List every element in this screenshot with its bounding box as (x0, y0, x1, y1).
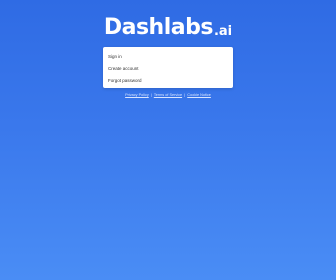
brand-name: Dashlabs (103, 15, 214, 40)
forgot-password-link[interactable]: Forgot password (103, 75, 233, 87)
cookie-notice-link[interactable]: Cookie Notice (187, 93, 211, 97)
create-account-link[interactable]: Create account (103, 63, 233, 75)
brand-suffix: .ai (213, 24, 233, 39)
footer-separator: | (184, 93, 186, 97)
footer-separator: | (150, 93, 152, 97)
brand-logo: Dashlabs .ai (0, 13, 336, 39)
footer-links: Privacy Policy | Terms of Service | Cook… (0, 93, 336, 97)
sign-in-link[interactable]: Sign in (103, 51, 233, 63)
terms-of-service-link[interactable]: Terms of Service (154, 93, 182, 97)
privacy-policy-link[interactable]: Privacy Policy (125, 93, 149, 97)
auth-menu: Sign in Create account Forgot password (103, 47, 233, 88)
